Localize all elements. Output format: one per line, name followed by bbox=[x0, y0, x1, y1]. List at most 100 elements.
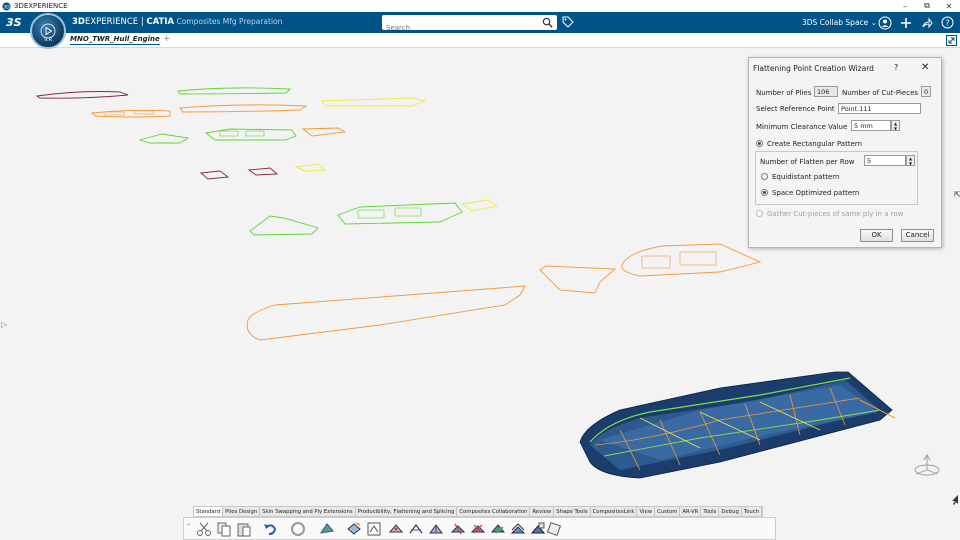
clearance-field[interactable]: 5 mm bbox=[851, 120, 891, 131]
darts-icon[interactable] bbox=[428, 521, 444, 537]
right-cursor-icon: ⇱ bbox=[954, 190, 960, 199]
pattern-options-group: Number of Flatten per Row 5 ▲ ▼ Equidista… bbox=[755, 151, 918, 205]
paste-icon[interactable] bbox=[236, 521, 252, 537]
toolbar-tab[interactable]: Plies Design bbox=[223, 507, 261, 516]
ref-point-label: Select Reference Point bbox=[756, 105, 835, 113]
hull-3d-model[interactable] bbox=[579, 371, 896, 479]
action-bar-tabs: Standard Plies Design Skin Swapping and Pl… bbox=[193, 506, 764, 517]
producibility-icon[interactable] bbox=[319, 521, 335, 537]
ok-button[interactable]: OK bbox=[860, 229, 893, 242]
plies-field: 106 bbox=[814, 86, 838, 97]
ply-analysis-icon[interactable] bbox=[450, 521, 466, 537]
toolbar-tab[interactable]: Shape Tools bbox=[554, 507, 591, 516]
svg-text:3S: 3S bbox=[6, 16, 22, 29]
close-window-button[interactable]: ✕ bbox=[938, 2, 960, 11]
flatten-per-row-spinner[interactable]: ▲ ▼ bbox=[906, 155, 915, 166]
collab-space-selector[interactable]: 3DS Collab Space ⌄ bbox=[802, 18, 877, 27]
help-icon[interactable]: ? bbox=[939, 14, 956, 31]
flattened-ply bbox=[337, 202, 463, 225]
sketch-icon[interactable] bbox=[366, 521, 382, 537]
cut-icon[interactable] bbox=[196, 521, 212, 537]
toolbar-tab[interactable]: Composites Collaboration bbox=[457, 507, 531, 516]
mouse-cursor-icon bbox=[952, 495, 958, 505]
toolbar-tab[interactable]: View bbox=[637, 507, 656, 516]
toolbar-tab[interactable]: AR-VR bbox=[680, 507, 702, 516]
dialog-help-button[interactable]: ? bbox=[894, 63, 898, 72]
dialog-close-button[interactable]: ✕ bbox=[921, 62, 929, 73]
os-title: 3DEXPERIENCE bbox=[14, 2, 68, 10]
update-icon[interactable] bbox=[290, 521, 306, 537]
ply-cutout bbox=[394, 207, 422, 217]
brand-title: 3DEXPERIENCE | CATIA Composites Mfg Prep… bbox=[72, 17, 283, 27]
toolbar-tab[interactable]: Custom bbox=[655, 507, 681, 516]
flattened-ply bbox=[247, 167, 279, 176]
ply-cutout bbox=[133, 110, 155, 115]
search-icon[interactable] bbox=[542, 17, 553, 28]
laser-projection-icon[interactable] bbox=[546, 521, 562, 537]
flattened-ply bbox=[179, 104, 308, 113]
clearance-label: Minimum Clearance Value bbox=[756, 123, 848, 131]
flattened-ply bbox=[35, 91, 129, 99]
ply-cutout bbox=[679, 251, 717, 266]
flatten-per-row-field[interactable]: 5 bbox=[864, 155, 906, 166]
equidistant-label: Equidistant pattern bbox=[772, 173, 840, 181]
rect-pattern-radio[interactable] bbox=[756, 140, 763, 147]
equidistant-radio[interactable] bbox=[761, 173, 768, 180]
expand-icon[interactable] bbox=[946, 35, 957, 46]
flatten-icon[interactable] bbox=[346, 521, 362, 537]
restore-button[interactable]: ⧉ bbox=[916, 1, 938, 11]
export-plies-icon[interactable] bbox=[530, 521, 546, 537]
splice-icon[interactable] bbox=[408, 521, 424, 537]
app-header: 3S V.R 3DEXPERIENCE | CATIA Composites M… bbox=[0, 12, 960, 49]
os-title-bar: 3D 3DEXPERIENCE – ⧉ ✕ bbox=[0, 0, 960, 12]
flattening-wizard-dialog: Flattening Point Creation Wizard ? ✕ Num… bbox=[748, 57, 942, 248]
flattened-ply bbox=[249, 215, 319, 236]
tag-icon[interactable] bbox=[562, 16, 574, 28]
share-icon[interactable] bbox=[918, 14, 935, 31]
flattened-ply bbox=[138, 133, 190, 144]
flattened-ply bbox=[246, 285, 526, 341]
toolbar-tab[interactable]: Tools bbox=[701, 507, 720, 516]
compass-button[interactable]: V.R bbox=[30, 13, 66, 49]
copy-icon[interactable] bbox=[216, 521, 232, 537]
minimize-button[interactable]: – bbox=[894, 2, 916, 11]
user-icon[interactable] bbox=[876, 14, 893, 31]
side-panel-arrow-icon[interactable]: ▷ bbox=[1, 320, 7, 329]
flattened-ply bbox=[204, 128, 297, 141]
ply-cutout bbox=[357, 209, 385, 219]
view-compass-icon[interactable] bbox=[910, 452, 944, 480]
dassault-logo-icon[interactable]: 3S bbox=[6, 15, 22, 29]
flattened-ply bbox=[301, 127, 347, 137]
search-box bbox=[382, 15, 557, 36]
flatten-per-row-label: Number of Flatten per Row bbox=[760, 158, 855, 166]
flattening-point-icon[interactable] bbox=[388, 521, 404, 537]
svg-text:?: ? bbox=[945, 19, 949, 28]
cutpieces-label: Number of Cut-Pieces bbox=[842, 89, 919, 97]
toolbar-tab[interactable]: CompositesLink bbox=[591, 507, 638, 516]
toolbar-tab[interactable]: Review bbox=[530, 507, 555, 516]
cut-piece-icon[interactable] bbox=[490, 521, 506, 537]
clearance-spinner[interactable]: ▲ ▼ bbox=[891, 120, 900, 131]
cancel-button[interactable]: Cancel bbox=[901, 229, 934, 242]
ply-cutout bbox=[219, 130, 239, 137]
action-bar: ⌄ bbox=[183, 517, 776, 540]
ref-point-field[interactable]: Point.111 bbox=[838, 103, 921, 114]
space-optimized-radio[interactable] bbox=[761, 189, 768, 196]
flattened-ply bbox=[460, 199, 499, 212]
stack-icon[interactable] bbox=[510, 521, 526, 537]
toolbar-tab[interactable]: Debug bbox=[719, 507, 742, 516]
svg-text:3D: 3D bbox=[3, 4, 10, 10]
toolbar-tab[interactable]: Standard bbox=[194, 507, 224, 516]
ply-remove-icon[interactable] bbox=[470, 521, 486, 537]
gather-radio[interactable] bbox=[756, 210, 763, 217]
toolbar-tab[interactable]: Skin Swapping and Ply Extensions bbox=[260, 507, 356, 516]
add-tab-button[interactable]: + bbox=[163, 34, 171, 44]
undo-icon[interactable] bbox=[262, 521, 278, 537]
toolbar-tab[interactable]: Touch bbox=[742, 507, 763, 516]
plus-icon[interactable] bbox=[897, 14, 914, 31]
action-bar-collapse-icon[interactable]: ⌄ bbox=[186, 520, 191, 527]
flattened-ply bbox=[199, 170, 230, 180]
toolbar-tab[interactable]: Producibility, Flattening and Splicing bbox=[356, 507, 458, 516]
plies-label: Number of Plies bbox=[756, 89, 812, 97]
tab-document[interactable]: MNO_TWR_Hull_Engineeri bbox=[70, 35, 160, 45]
